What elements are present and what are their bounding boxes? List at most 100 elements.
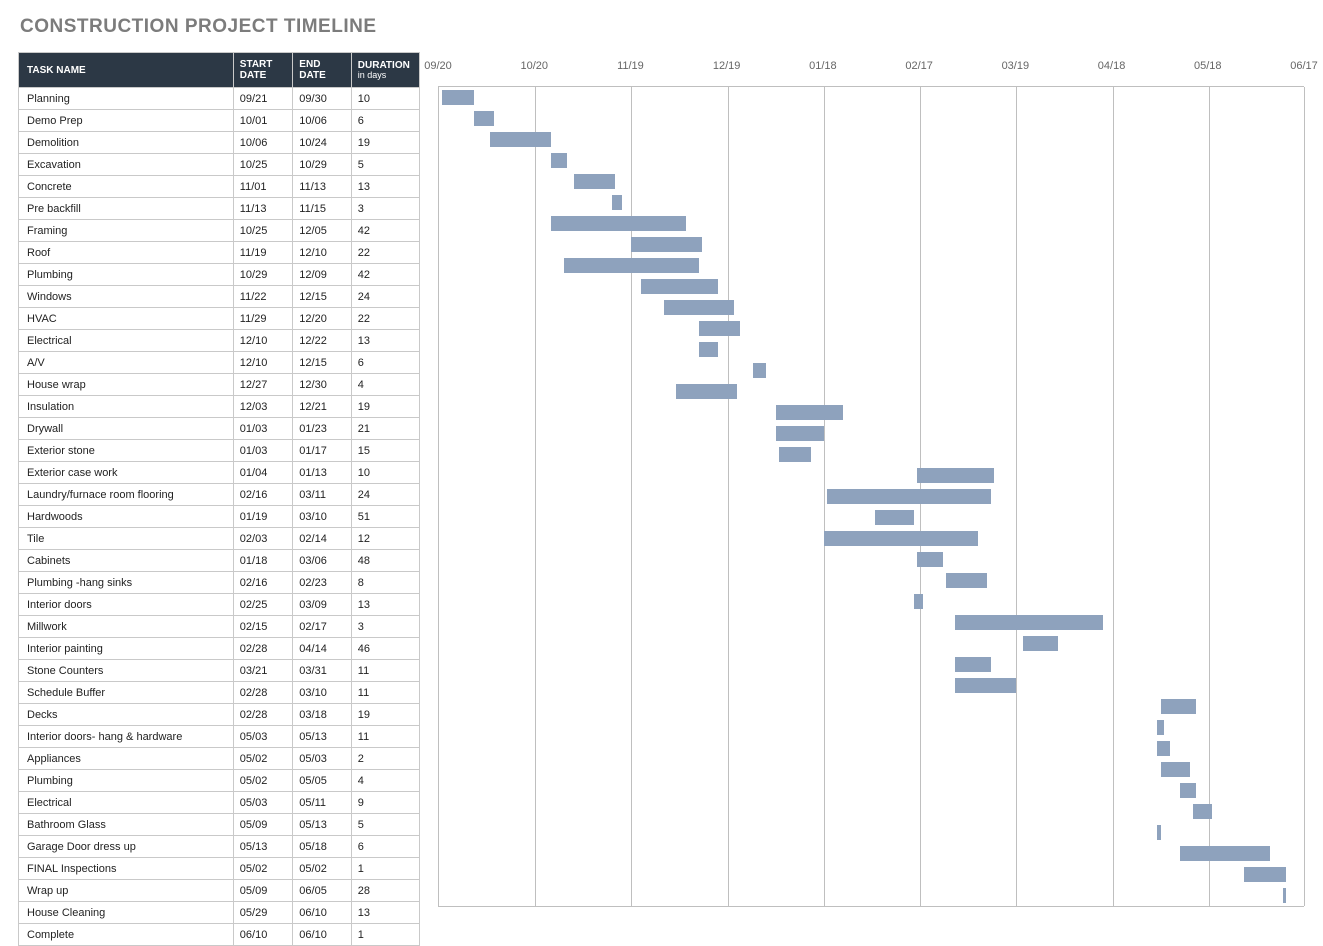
- cell-task-name: HVAC: [19, 308, 234, 330]
- cell-task-name: Plumbing: [19, 264, 234, 286]
- table-row: Demolition10/0610/2419: [19, 132, 420, 154]
- table-row: Exterior case work01/0401/1310: [19, 462, 420, 484]
- cell-start-date: 05/02: [233, 748, 293, 770]
- cell-duration: 19: [351, 396, 419, 418]
- gantt-bar: [641, 279, 718, 294]
- gantt-row: [439, 759, 1304, 780]
- gantt-row: [439, 528, 1304, 549]
- cell-task-name: Interior doors: [19, 594, 234, 616]
- cell-start-date: 10/25: [233, 154, 293, 176]
- cell-end-date: 02/14: [293, 528, 351, 550]
- cell-end-date: 12/15: [293, 352, 351, 374]
- col-end-date: END DATE: [293, 53, 351, 88]
- table-row: Interior doors02/2503/0913: [19, 594, 420, 616]
- cell-start-date: 05/09: [233, 880, 293, 902]
- cell-task-name: Roof: [19, 242, 234, 264]
- cell-duration: 22: [351, 242, 419, 264]
- gantt-row: [439, 633, 1304, 654]
- gantt-bar: [490, 132, 551, 147]
- table-row: Tile02/0302/1412: [19, 528, 420, 550]
- cell-duration: 13: [351, 176, 419, 198]
- cell-duration: 13: [351, 902, 419, 924]
- cell-end-date: 01/17: [293, 440, 351, 462]
- gantt-bar: [442, 90, 474, 105]
- cell-duration: 12: [351, 528, 419, 550]
- cell-end-date: 02/17: [293, 616, 351, 638]
- gantt-row: [439, 801, 1304, 822]
- task-table: TASK NAME START DATE END DATE DURATION i…: [18, 52, 420, 946]
- gantt-bar: [699, 342, 718, 357]
- table-row: Demo Prep10/0110/066: [19, 110, 420, 132]
- cell-duration: 3: [351, 198, 419, 220]
- cell-end-date: 09/30: [293, 88, 351, 110]
- table-row: Bathroom Glass05/0905/135: [19, 814, 420, 836]
- table-row: HVAC11/2912/2022: [19, 308, 420, 330]
- gantt-bar: [612, 195, 622, 210]
- cell-start-date: 02/16: [233, 572, 293, 594]
- cell-end-date: 05/18: [293, 836, 351, 858]
- gantt-row: [439, 738, 1304, 759]
- gantt-bar: [776, 426, 824, 441]
- cell-task-name: A/V: [19, 352, 234, 374]
- cell-start-date: 05/02: [233, 770, 293, 792]
- cell-end-date: 03/11: [293, 484, 351, 506]
- cell-end-date: 10/24: [293, 132, 351, 154]
- table-row: Appliances05/0205/032: [19, 748, 420, 770]
- gantt-row: [439, 864, 1304, 885]
- cell-duration: 5: [351, 154, 419, 176]
- gantt-bar: [1023, 636, 1058, 651]
- cell-end-date: 03/06: [293, 550, 351, 572]
- col-task-name: TASK NAME: [19, 53, 234, 88]
- table-row: Laundry/furnace room flooring02/1603/112…: [19, 484, 420, 506]
- cell-end-date: 04/14: [293, 638, 351, 660]
- cell-duration: 15: [351, 440, 419, 462]
- cell-end-date: 03/09: [293, 594, 351, 616]
- cell-task-name: Windows: [19, 286, 234, 308]
- gantt-row: [439, 843, 1304, 864]
- gantt-header: 09/2010/2011/1912/1901/1802/1703/1904/18…: [438, 52, 1304, 86]
- table-row: Garage Door dress up05/1305/186: [19, 836, 420, 858]
- col-start-date: START DATE: [233, 53, 293, 88]
- cell-task-name: Bathroom Glass: [19, 814, 234, 836]
- cell-task-name: Framing: [19, 220, 234, 242]
- cell-duration: 10: [351, 462, 419, 484]
- gantt-bar: [1157, 720, 1163, 735]
- table-row: Roof11/1912/1022: [19, 242, 420, 264]
- gantt-bar: [699, 321, 741, 336]
- gantt-chart: 09/2010/2011/1912/1901/1802/1703/1904/18…: [438, 52, 1304, 907]
- gantt-bar: [776, 405, 843, 420]
- cell-duration: 6: [351, 352, 419, 374]
- cell-task-name: Drywall: [19, 418, 234, 440]
- gantt-row: [439, 465, 1304, 486]
- cell-end-date: 05/05: [293, 770, 351, 792]
- cell-duration: 19: [351, 132, 419, 154]
- cell-task-name: Plumbing -hang sinks: [19, 572, 234, 594]
- cell-duration: 1: [351, 924, 419, 946]
- table-row: Hardwoods01/1903/1051: [19, 506, 420, 528]
- table-row: Concrete11/0111/1313: [19, 176, 420, 198]
- gantt-row: [439, 276, 1304, 297]
- cell-start-date: 02/28: [233, 638, 293, 660]
- cell-task-name: Concrete: [19, 176, 234, 198]
- cell-duration: 42: [351, 220, 419, 242]
- gantt-row: [439, 402, 1304, 423]
- cell-end-date: 01/13: [293, 462, 351, 484]
- cell-start-date: 05/09: [233, 814, 293, 836]
- cell-task-name: Pre backfill: [19, 198, 234, 220]
- cell-end-date: 12/09: [293, 264, 351, 286]
- cell-task-name: Plumbing: [19, 770, 234, 792]
- table-row: Complete06/1006/101: [19, 924, 420, 946]
- cell-task-name: Wrap up: [19, 880, 234, 902]
- cell-start-date: 12/10: [233, 352, 293, 374]
- cell-duration: 5: [351, 814, 419, 836]
- cell-duration: 24: [351, 286, 419, 308]
- cell-start-date: 05/03: [233, 726, 293, 748]
- gantt-bar: [664, 300, 735, 315]
- gantt-tick-label: 09/20: [424, 60, 452, 72]
- gantt-bar: [631, 237, 702, 252]
- cell-start-date: 10/06: [233, 132, 293, 154]
- gantt-bar: [955, 657, 990, 672]
- cell-start-date: 01/19: [233, 506, 293, 528]
- cell-start-date: 11/13: [233, 198, 293, 220]
- table-row: Windows11/2212/1524: [19, 286, 420, 308]
